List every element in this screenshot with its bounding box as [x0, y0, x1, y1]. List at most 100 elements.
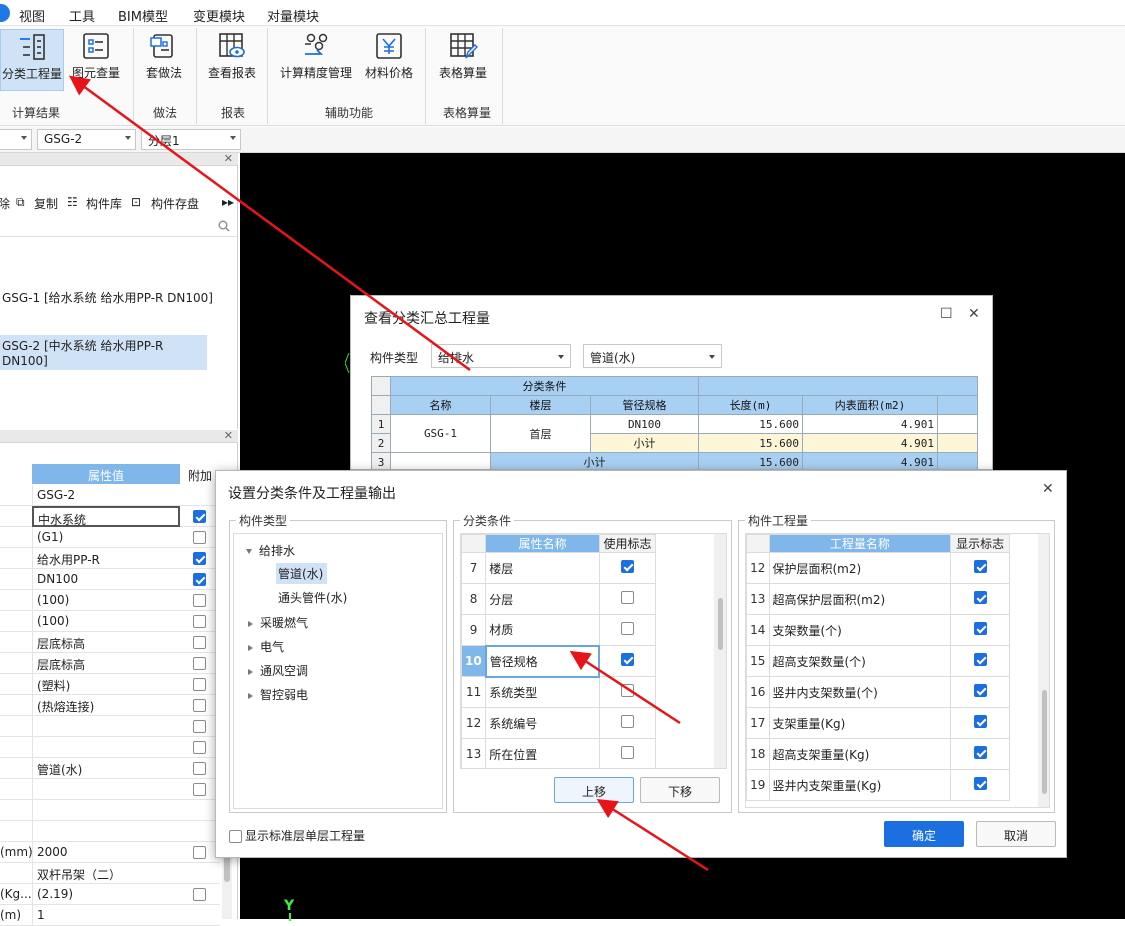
flag-checkbox[interactable]	[620, 622, 634, 635]
tree-node-drainage[interactable]: 给排水	[246, 542, 295, 559]
item-name-cell[interactable]: 支架数量(个)	[768, 614, 952, 646]
property-value[interactable]: (2.19)	[32, 884, 180, 905]
material-price-button[interactable]: 材料价格	[362, 29, 416, 91]
property-add-checkbox[interactable]	[193, 615, 206, 628]
flag-checkbox[interactable]	[973, 684, 987, 697]
property-row[interactable]: (m) 1	[0, 905, 220, 926]
classify-quantity-button[interactable]: 分类工程量	[0, 29, 64, 91]
property-value[interactable]: DN100	[32, 569, 180, 590]
flag-checkbox[interactable]	[973, 746, 987, 759]
component-combo[interactable]: GSG-2	[37, 129, 136, 150]
category-combo[interactable]	[0, 129, 32, 150]
std-floor-checkbox[interactable]	[229, 830, 242, 843]
property-row[interactable]: (Kg... (2.19)	[0, 884, 220, 905]
type-combo[interactable]: 给排水	[431, 344, 571, 368]
property-row[interactable]: (塑料)	[0, 674, 220, 695]
expand-icon[interactable]	[246, 549, 252, 554]
property-value[interactable]: 管道(水)	[32, 758, 180, 779]
property-value[interactable]: 层底标高	[32, 653, 180, 674]
flag-checkbox[interactable]	[973, 560, 987, 573]
table-row[interactable]: 8 分层	[461, 583, 657, 615]
menu-change[interactable]: 变更模块	[193, 6, 245, 25]
table-row[interactable]: 9 材质	[461, 614, 657, 646]
flag-checkbox[interactable]	[973, 777, 987, 790]
property-row[interactable]: GSG-2	[0, 485, 220, 506]
flag-checkbox[interactable]	[620, 684, 634, 697]
item-name-cell[interactable]: 竖井内支架数量(个)	[768, 676, 952, 708]
property-add-checkbox[interactable]	[193, 636, 206, 649]
maximize-icon[interactable]: ☐	[940, 306, 953, 322]
property-row[interactable]: 管道(水)	[0, 758, 220, 779]
property-value[interactable]	[32, 821, 180, 842]
tree-node-electric[interactable]: 电气	[248, 638, 284, 655]
property-value[interactable]: (100)	[32, 590, 180, 611]
property-add-checkbox[interactable]	[193, 762, 206, 775]
item-name-cell[interactable]: 支架重量(Kg)	[768, 707, 952, 739]
close-icon[interactable]: ✕	[968, 306, 980, 322]
property-add-checkbox[interactable]	[193, 510, 206, 523]
flag-checkbox[interactable]	[973, 653, 987, 666]
delete-button[interactable]: 除	[0, 195, 10, 212]
property-add-checkbox[interactable]	[193, 657, 206, 670]
component-library-button[interactable]: 构件库	[86, 195, 122, 212]
app-logo-icon[interactable]	[0, 4, 10, 22]
table-row[interactable]: 12 系统编号	[461, 707, 657, 739]
table-calc-button[interactable]: 表格算量	[434, 29, 492, 91]
property-value[interactable]	[32, 779, 180, 800]
property-row[interactable]: 双杆吊架（二）	[0, 863, 220, 884]
item-name-cell[interactable]: 楼层	[485, 552, 600, 584]
scroll-thumb[interactable]	[1042, 690, 1047, 794]
item-name-cell[interactable]: 竖井内支架重量(Kg)	[768, 769, 952, 801]
property-value[interactable]: 给水用PP-R	[32, 548, 180, 569]
tree-node-fitting[interactable]: 通头管件(水)	[278, 589, 347, 606]
property-value[interactable]	[32, 800, 180, 821]
item-name-cell[interactable]: 所在位置	[485, 738, 600, 768]
item-name-cell[interactable]: 管径规格	[484, 644, 601, 678]
menu-tools[interactable]: 工具	[69, 6, 95, 25]
search-input[interactable]	[0, 215, 238, 237]
property-add-checkbox[interactable]	[193, 783, 206, 796]
table-row[interactable]: 13 所在位置	[461, 738, 657, 768]
property-row[interactable]	[0, 800, 220, 821]
menu-compare[interactable]: 对量模块	[267, 6, 319, 25]
item-name-cell[interactable]: 超高支架重量(Kg)	[768, 738, 952, 770]
item-name-cell[interactable]: 系统类型	[485, 676, 600, 708]
property-value[interactable]: 双杆吊架（二）	[32, 863, 180, 884]
move-down-button[interactable]: 下移	[640, 777, 720, 803]
property-value[interactable]: 2000	[32, 842, 180, 863]
property-row[interactable]: (100)	[0, 590, 220, 611]
item-name-cell[interactable]: 超高保护层面积(m2)	[768, 583, 952, 615]
table-row[interactable]: 10 管径规格	[461, 644, 657, 678]
apply-method-button[interactable]: 套做法	[140, 29, 188, 91]
property-row[interactable]	[0, 737, 220, 758]
property-value[interactable]	[32, 737, 180, 758]
property-row[interactable]	[0, 779, 220, 800]
flag-checkbox[interactable]	[973, 715, 987, 728]
property-row[interactable]: 层底标高	[0, 632, 220, 653]
property-value[interactable]: 1	[32, 905, 180, 926]
more-icon[interactable]: ▸▸	[222, 195, 234, 209]
flag-checkbox[interactable]	[621, 653, 635, 666]
property-row[interactable]: (100)	[0, 611, 220, 632]
menu-view[interactable]: 视图	[19, 6, 45, 25]
property-add-checkbox[interactable]	[193, 720, 206, 733]
tree-node-heating[interactable]: 采暖燃气	[248, 614, 308, 631]
table-row[interactable]: 14 支架数量(个)	[746, 614, 1010, 646]
property-row[interactable]: 中水系统	[0, 506, 220, 527]
property-add-checkbox[interactable]	[193, 573, 206, 586]
property-add-checkbox[interactable]	[193, 699, 206, 712]
table-row[interactable]: 13 超高保护层面积(m2)	[746, 583, 1010, 615]
table-row[interactable]: 12 保护层面积(m2)	[746, 552, 1010, 584]
table-row[interactable]: 17 支架重量(Kg)	[746, 707, 1010, 739]
property-value[interactable]: 层底标高	[32, 632, 180, 653]
table-row[interactable]: 7 楼层	[461, 552, 657, 584]
cancel-button[interactable]: 取消	[976, 821, 1056, 847]
flag-checkbox[interactable]	[973, 591, 987, 604]
property-add-checkbox[interactable]	[193, 678, 206, 691]
menu-bim[interactable]: BIM模型	[118, 6, 168, 25]
table-row[interactable]: 11 系统类型	[461, 676, 657, 708]
collapse-icon[interactable]	[248, 668, 253, 675]
table-row[interactable]: 16 竖井内支架数量(个)	[746, 676, 1010, 708]
ok-button[interactable]: 确定	[884, 821, 964, 847]
element-query-button[interactable]: 图元查量	[68, 29, 124, 91]
